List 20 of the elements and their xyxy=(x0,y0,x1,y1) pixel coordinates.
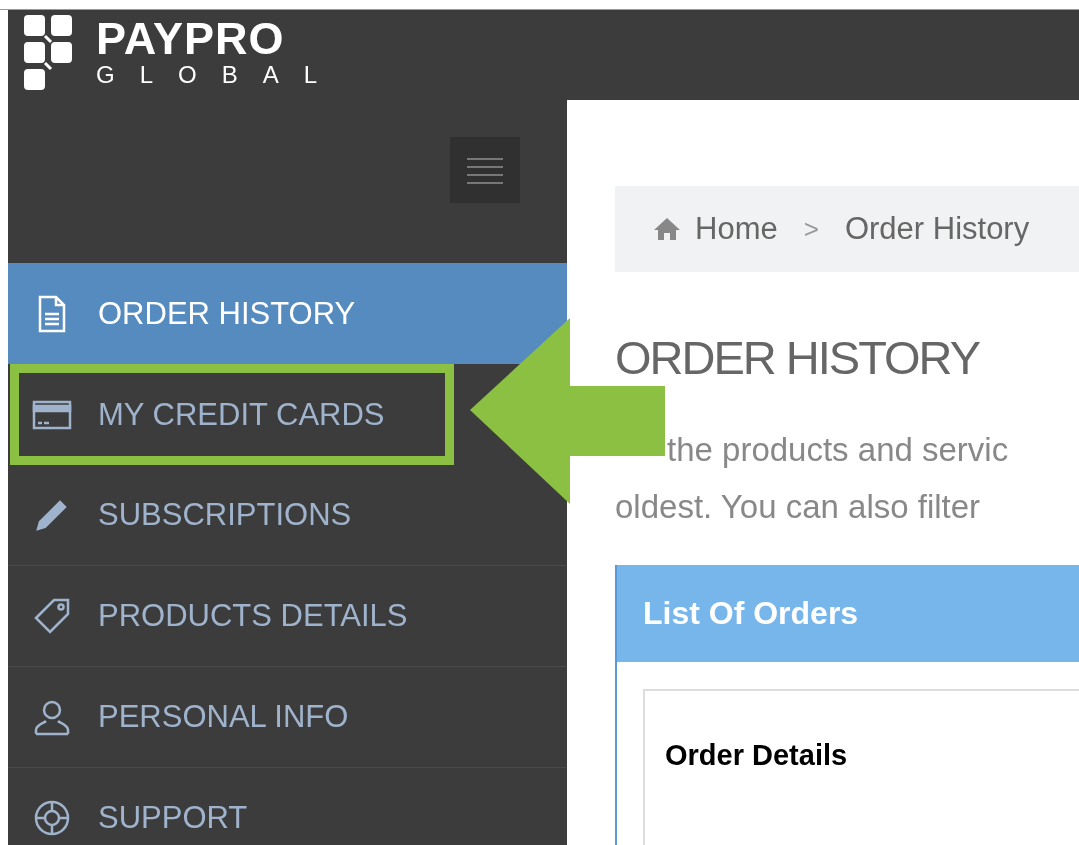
sidebar-item[interactable]: ORDER HISTORY xyxy=(8,263,567,364)
sidebar-item[interactable]: SUPPORT xyxy=(8,768,567,845)
breadcrumb-link[interactable]: Order History xyxy=(844,211,1030,247)
logo-wordmark: PAYPRO xyxy=(96,15,286,61)
page-title: ORDER HISTORY xyxy=(615,334,981,381)
tag-icon xyxy=(32,596,72,636)
breadcrumb-link[interactable]: Home xyxy=(695,211,778,247)
sidebar-item[interactable]: MY CREDIT CARDS xyxy=(10,364,454,465)
section-title: Order Details xyxy=(665,739,848,771)
sidebar-item[interactable]: PERSONAL INFO xyxy=(8,667,567,768)
panel-title: List Of Orders xyxy=(643,595,859,632)
lifebuoy-icon xyxy=(32,798,72,838)
description-line: the products and servic xyxy=(666,430,1010,470)
sidebar-item[interactable]: PRODUCTS DETAILS xyxy=(8,566,567,667)
menu-button[interactable] xyxy=(450,137,520,203)
breadcrumb-separator: > xyxy=(803,213,819,245)
description-line: oldest. You can also filter xyxy=(615,487,982,527)
logo-tagline: GLOBAL xyxy=(96,62,343,87)
home-icon xyxy=(653,217,681,241)
logo-icon xyxy=(24,14,74,90)
